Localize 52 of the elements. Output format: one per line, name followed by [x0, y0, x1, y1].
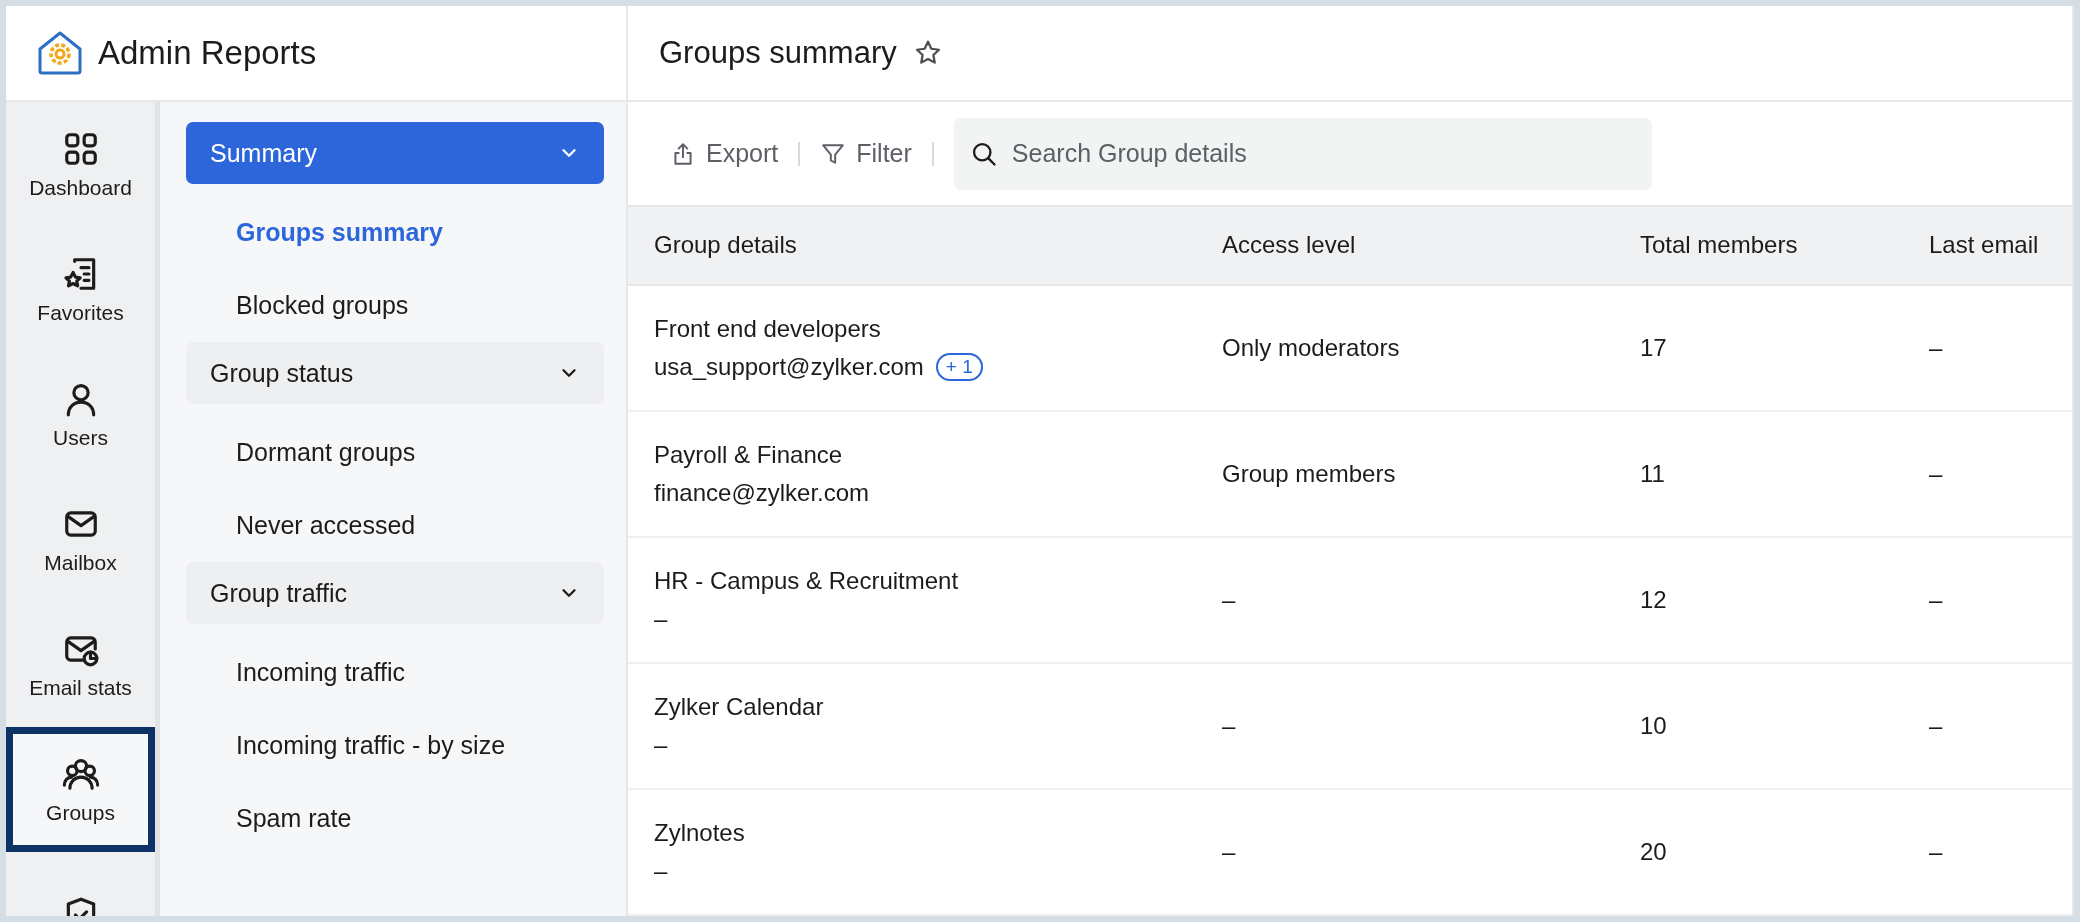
- submenu-section[interactable]: Group status: [186, 342, 604, 404]
- table-cell-text: –: [1928, 837, 1944, 867]
- submenu-item[interactable]: Incoming traffic - by size: [236, 731, 506, 760]
- column-header: Access level: [1221, 230, 1357, 261]
- submenu-item[interactable]: Groups summary: [236, 218, 443, 247]
- group-email: usa_support@zylker.com: [654, 352, 924, 381]
- table-cell-text: 17: [1639, 332, 1668, 363]
- table-cell-text: Only moderators: [1221, 332, 1401, 363]
- nav-rail-item[interactable]: Favorites: [6, 227, 155, 352]
- nav-rail-item[interactable]: Groups: [6, 727, 155, 852]
- group-name: Zylker Calendar: [654, 692, 824, 721]
- group-name: Zylnotes: [654, 819, 745, 847]
- submenu-item[interactable]: Incoming traffic: [236, 658, 406, 687]
- table-cell-text: –: [1221, 584, 1237, 615]
- nav-rail-item[interactable]: Dashboard: [6, 102, 155, 227]
- table-cell-text: 11: [1639, 458, 1666, 489]
- export-button[interactable]: Export: [658, 139, 791, 168]
- search-field[interactable]: Search Group details: [953, 117, 1652, 190]
- table-cell-text: Group members: [1221, 458, 1397, 489]
- submenu-section[interactable]: Summary: [186, 122, 604, 184]
- nav-rail-item[interactable]: Email stats: [6, 602, 155, 727]
- table-cell-text: –: [1221, 710, 1237, 741]
- group-name: Front end developers: [654, 314, 881, 343]
- filter-button[interactable]: Filter: [808, 139, 924, 168]
- group-name: HR - Campus & Recruitment: [654, 566, 959, 595]
- submenu-item[interactable]: Spam rate: [236, 804, 352, 833]
- house-gear-logo-icon: [36, 29, 84, 77]
- column-header: Total members: [1639, 230, 1799, 261]
- column-header: Group details: [653, 230, 798, 261]
- table-cell-text: –: [1928, 458, 1944, 489]
- group-email: finance@zylker.com: [654, 478, 870, 507]
- table-cell-text: 20: [1639, 837, 1668, 867]
- group-email: –: [654, 857, 668, 885]
- group-email: –: [654, 730, 668, 759]
- column-header: Last email: [1928, 230, 2040, 261]
- table-cell-text: –: [1928, 332, 1944, 363]
- table-cell-text: –: [1221, 837, 1237, 867]
- submenu-section[interactable]: Group traffic: [186, 562, 604, 624]
- submenu-item[interactable]: Dormant groups: [236, 438, 416, 467]
- group-name: Payroll & Finance: [654, 440, 843, 469]
- app-title: Admin Reports: [98, 34, 317, 72]
- table-cell-text: 10: [1639, 710, 1668, 741]
- table-cell-text: 12: [1639, 584, 1668, 615]
- group-email: –: [654, 604, 668, 633]
- count-badge[interactable]: + 1: [935, 352, 983, 381]
- submenu-item[interactable]: Never accessed: [236, 511, 416, 540]
- table-cell-text: –: [1928, 710, 1944, 741]
- nav-rail-item[interactable]: Mailbox: [6, 477, 155, 602]
- table-cell-text: –: [1928, 584, 1944, 615]
- submenu-item[interactable]: Blocked groups: [236, 291, 409, 320]
- nav-rail-item[interactable]: Users: [6, 352, 155, 477]
- page-title: Groups summary: [659, 35, 897, 71]
